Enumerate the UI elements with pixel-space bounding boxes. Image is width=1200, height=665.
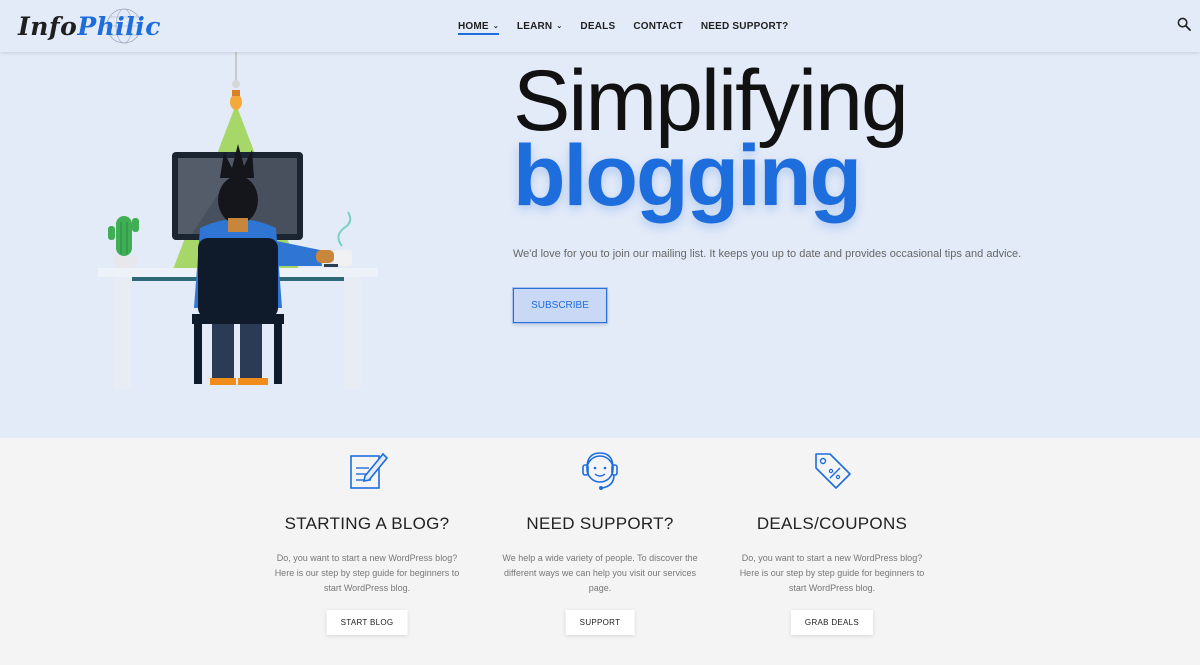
feature-description: Do, you want to start a new WordPress bl… xyxy=(274,553,460,593)
blogger-illustration xyxy=(98,52,378,389)
site-logo[interactable]: Info Philic xyxy=(18,8,161,44)
feature-title: DEALS/COUPONS xyxy=(756,514,908,533)
nav-home[interactable]: HOME ⌄ xyxy=(458,0,499,52)
feature-description: We help a wide variety of people. To dis… xyxy=(502,553,698,593)
nav-deals[interactable]: DEALS xyxy=(580,0,615,52)
subscribe-button[interactable]: SUBSCRIBE xyxy=(513,288,607,323)
edit-note-icon xyxy=(350,452,389,489)
feature-description: Do, you want to start a new WordPress bl… xyxy=(739,553,925,593)
feature-title: NEED SUPPORT? xyxy=(526,514,674,533)
feature-need-support: NEED SUPPORT? We help a wide variety of … xyxy=(470,446,730,635)
hero-title-line2: blogging xyxy=(513,128,862,224)
feature-title: STARTING A BLOG? xyxy=(284,514,450,533)
hero-subtitle: We'd love for you to join our mailing li… xyxy=(513,248,1022,260)
chevron-down-icon: ⌄ xyxy=(492,23,499,30)
search-icon[interactable] xyxy=(1177,17,1191,31)
grab-deals-button[interactable]: GRAB DEALS xyxy=(790,610,874,635)
main-menu: HOME ⌄ LEARN ⌄ DEALS CONTACT NEED SUPPOR… xyxy=(458,0,807,52)
nav-learn[interactable]: LEARN ⌄ xyxy=(517,0,563,52)
nav-contact-label: CONTACT xyxy=(633,20,683,32)
headset-support-icon xyxy=(582,452,618,490)
nav-need-support-label: NEED SUPPORT? xyxy=(700,20,789,32)
top-navbar: Info Philic HOME ⌄ LEARN ⌄ DEALS CONTACT… xyxy=(0,0,1200,52)
nav-learn-label: LEARN xyxy=(516,20,553,32)
start-blog-button[interactable]: START BLOG xyxy=(326,610,408,635)
chevron-down-icon: ⌄ xyxy=(556,23,563,30)
nav-deals-label: DEALS xyxy=(580,20,616,32)
logo-text-info: Info xyxy=(18,11,78,41)
logo-text-philic: Philic xyxy=(77,11,162,41)
nav-need-support[interactable]: NEED SUPPORT? xyxy=(701,0,789,52)
discount-tag-icon xyxy=(815,453,851,489)
support-button[interactable]: SUPPORT xyxy=(565,610,635,635)
feature-deals-coupons: DEALS/COUPONS Do, you want to start a ne… xyxy=(702,446,962,635)
nav-home-label: HOME xyxy=(458,20,489,32)
nav-contact[interactable]: CONTACT xyxy=(633,0,683,52)
feature-starting-blog: STARTING A BLOG? Do, you want to start a… xyxy=(237,446,497,635)
